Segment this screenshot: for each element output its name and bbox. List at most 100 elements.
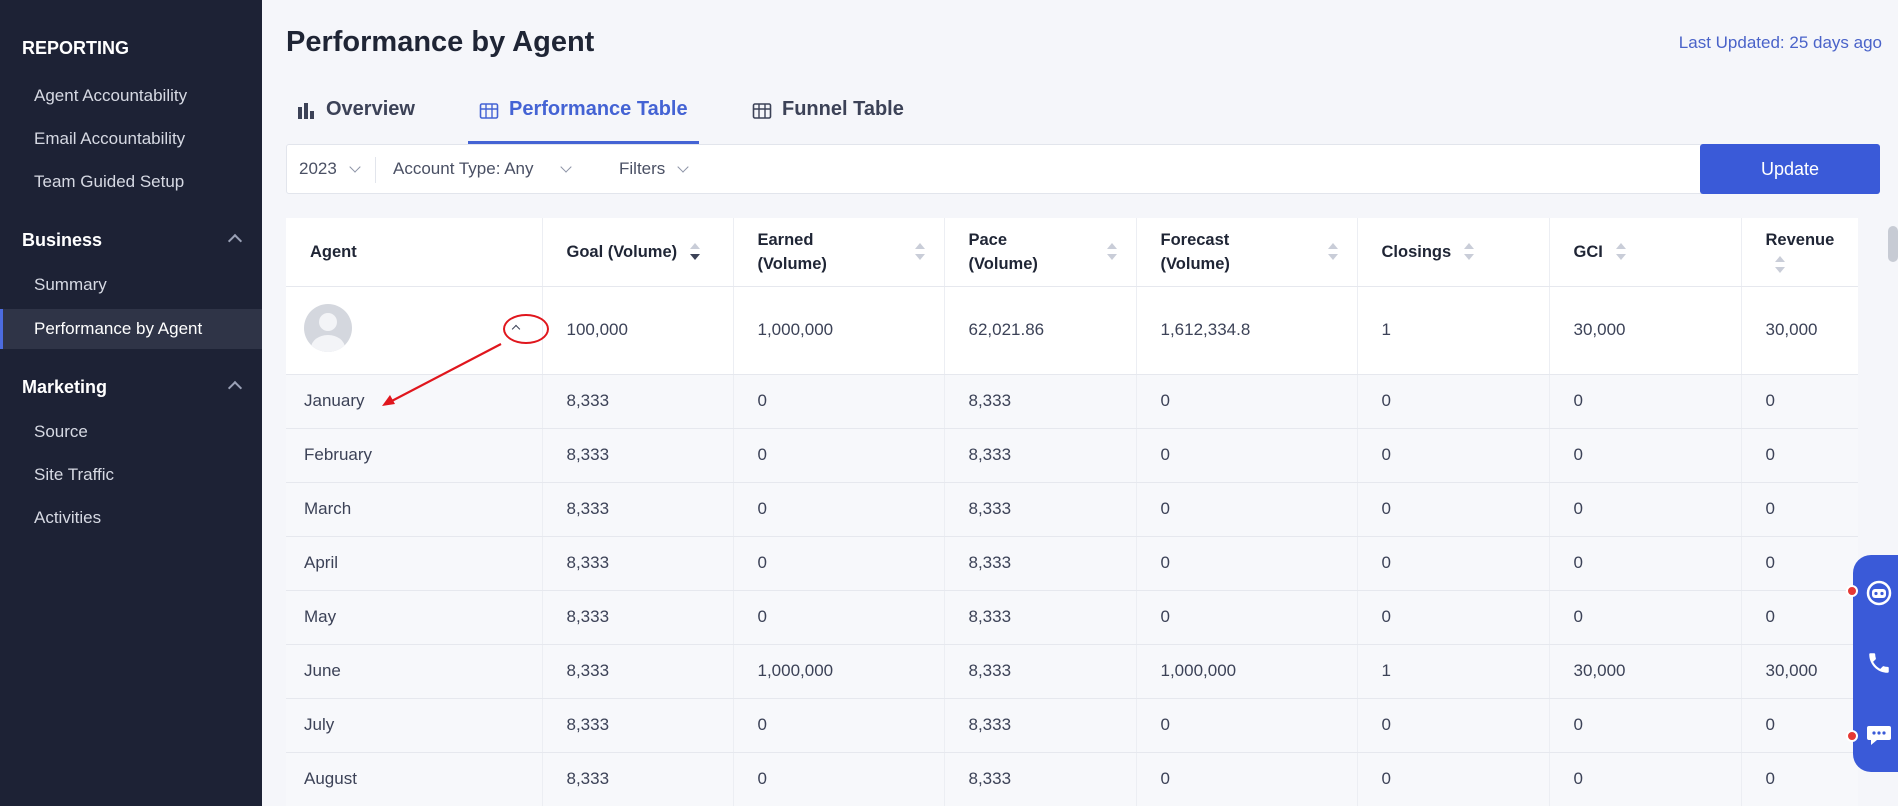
revenue-cell: 30,000 — [1741, 644, 1858, 699]
page-title: Performance by Agent — [286, 26, 595, 58]
avatar-body — [311, 335, 345, 352]
filters-dropdown[interactable]: Filters — [619, 145, 689, 193]
support-widget — [1853, 555, 1898, 772]
col-header-pace[interactable]: Pace (Volume) — [944, 218, 1137, 287]
notification-dot — [1846, 730, 1858, 742]
sort-icon[interactable] — [914, 242, 926, 262]
goal-cell: 8,333 — [542, 482, 734, 537]
sidebar-item-activities[interactable]: Activities — [0, 498, 262, 538]
earned-cell: 0 — [733, 752, 945, 806]
forecast-cell: 0 — [1136, 482, 1358, 537]
col-header-closings[interactable]: Closings — [1357, 218, 1550, 287]
collapse-row-button[interactable] — [505, 316, 527, 338]
bot-button[interactable] — [1863, 577, 1895, 609]
bot-icon — [1866, 580, 1892, 606]
filters-label: Filters — [619, 159, 666, 178]
col-header-revenue[interactable]: Revenue — [1741, 218, 1858, 287]
closings-cell: 0 — [1357, 698, 1550, 753]
pace-cell: 8,333 — [944, 752, 1137, 806]
gci-cell: 0 — [1549, 752, 1742, 806]
earned-cell: 0 — [733, 698, 945, 753]
tab-overview[interactable]: Overview — [296, 98, 415, 144]
earned-cell: 0 — [733, 374, 945, 429]
update-button[interactable]: Update — [1700, 144, 1880, 194]
goal-cell: 8,333 — [542, 752, 734, 806]
goal-cell: 8,333 — [542, 698, 734, 753]
month-cell: April — [286, 536, 543, 591]
col-header-gci[interactable]: GCI — [1549, 218, 1742, 287]
col-header-forecast[interactable]: Forecast (Volume) — [1136, 218, 1358, 287]
phone-button[interactable] — [1863, 647, 1895, 679]
closings-cell: 1 — [1357, 286, 1550, 375]
forecast-cell: 0 — [1136, 590, 1358, 645]
sidebar-item-performance-by-agent[interactable]: Performance by Agent — [0, 309, 262, 349]
pace-cell: 62,021.86 — [944, 286, 1137, 375]
sidebar-section-marketing[interactable]: Marketing — [0, 369, 262, 405]
revenue-cell: 30,000 — [1741, 286, 1858, 375]
pace-cell: 8,333 — [944, 374, 1137, 429]
bar-chart-icon — [298, 103, 314, 119]
forecast-cell: 0 — [1136, 374, 1358, 429]
closings-cell: 0 — [1357, 428, 1550, 483]
chat-button[interactable] — [1863, 718, 1895, 750]
revenue-cell: 0 — [1741, 374, 1858, 429]
sidebar-item-summary[interactable]: Summary — [0, 265, 262, 305]
sidebar-heading: REPORTING — [22, 38, 130, 58]
forecast-cell: 0 — [1136, 752, 1358, 806]
pace-cell: 8,333 — [944, 482, 1137, 537]
table-header-row: Agent Goal (Volume) Earned (Volume) Pace… — [286, 218, 1858, 287]
col-header-earned[interactable]: Earned (Volume) — [733, 218, 945, 287]
tab-funnel-table[interactable]: Funnel Table — [752, 98, 904, 144]
table-icon — [479, 103, 499, 119]
tab-performance-table[interactable]: Performance Table — [468, 98, 699, 144]
month-cell: February — [286, 428, 543, 483]
col-header-label: Goal (Volume) — [566, 243, 678, 262]
sort-icon[interactable] — [1106, 242, 1118, 262]
sidebar-item-site-traffic[interactable]: Site Traffic — [0, 455, 262, 495]
month-cell: May — [286, 590, 543, 645]
divider — [375, 157, 376, 183]
pace-cell: 8,333 — [944, 428, 1137, 483]
earned-cell: 1,000,000 — [733, 644, 945, 699]
earned-cell: 0 — [733, 590, 945, 645]
sort-icon[interactable] — [1615, 242, 1627, 262]
sidebar-item-email-accountability[interactable]: Email Accountability — [0, 119, 262, 159]
goal-cell: 8,333 — [542, 536, 734, 591]
table-row: May 8,333 0 8,333 0 0 0 0 — [286, 590, 1858, 645]
goal-cell: 8,333 — [542, 644, 734, 699]
year-select[interactable]: 2023 — [299, 145, 361, 193]
vertical-scrollbar[interactable] — [1888, 226, 1898, 262]
year-value: 2023 — [299, 159, 337, 178]
pace-cell: 8,333 — [944, 698, 1137, 753]
tab-label: Overview — [326, 98, 415, 120]
sort-icon[interactable] — [1774, 255, 1786, 275]
goal-cell: 100,000 — [542, 286, 734, 375]
table-row: April 8,333 0 8,333 0 0 0 0 — [286, 536, 1858, 591]
sort-icon[interactable] — [1463, 242, 1475, 262]
notification-dot — [1846, 585, 1858, 597]
sort-icon[interactable] — [1327, 242, 1339, 262]
account-type-select[interactable]: Account Type: Any — [393, 145, 572, 193]
gci-cell: 0 — [1549, 590, 1742, 645]
col-header-goal[interactable]: Goal (Volume) — [542, 218, 734, 287]
month-cell: March — [286, 482, 543, 537]
sidebar-item-source[interactable]: Source — [0, 412, 262, 452]
tab-label: Funnel Table — [782, 98, 904, 120]
revenue-cell: 0 — [1741, 482, 1858, 537]
revenue-cell: 0 — [1741, 698, 1858, 753]
earned-cell: 0 — [733, 536, 945, 591]
gci-cell: 0 — [1549, 428, 1742, 483]
col-header-label: Forecast (Volume) — [1160, 230, 1230, 273]
col-header-label: Pace (Volume) — [968, 230, 1038, 273]
table-row: July 8,333 0 8,333 0 0 0 0 — [286, 698, 1858, 753]
chevron-up-icon — [227, 233, 243, 249]
closings-cell: 0 — [1357, 536, 1550, 591]
sort-desc-icon[interactable] — [689, 242, 701, 262]
sidebar-section-business[interactable]: Business — [0, 222, 262, 258]
sidebar-item-agent-accountability[interactable]: Agent Accountability — [0, 76, 262, 116]
gci-cell: 0 — [1549, 374, 1742, 429]
table-row: February 8,333 0 8,333 0 0 0 0 — [286, 428, 1858, 483]
goal-cell: 8,333 — [542, 428, 734, 483]
col-header-label: Agent — [310, 243, 357, 262]
sidebar-item-team-guided-setup[interactable]: Team Guided Setup — [0, 162, 262, 202]
